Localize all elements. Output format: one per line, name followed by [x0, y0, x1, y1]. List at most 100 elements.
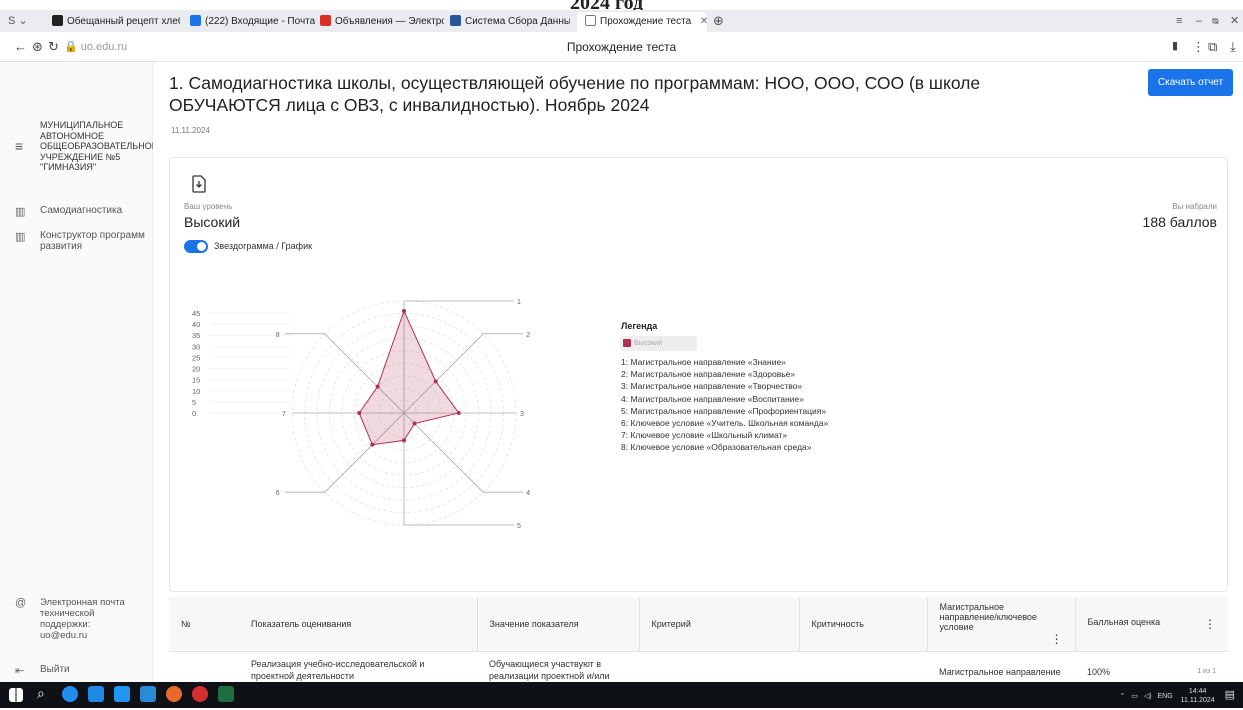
tick-label: 25 — [192, 353, 200, 362]
page-caption: 2024 год — [0, 0, 1243, 10]
page-favicon-icon — [585, 15, 596, 26]
document-download-icon[interactable] — [192, 175, 206, 193]
level-value: Высокий — [184, 214, 241, 230]
tick-label: 45 — [192, 309, 200, 318]
browser-menu-icon[interactable]: S ⌄ — [8, 10, 28, 32]
column-menu-icon[interactable]: ⋮ — [1051, 632, 1063, 646]
results-table: № Показатель оценивания Значение показат… — [169, 597, 1228, 688]
tasks-icon[interactable] — [114, 686, 130, 702]
legend-item: 5: Магистральное направление «Профориент… — [621, 405, 827, 416]
legend-item: 4: Магистральное направление «Воспитание… — [621, 393, 804, 404]
chart-mode-label: Звездограмма / График — [214, 241, 313, 251]
col-direction[interactable]: Магистральное направление/ключевое услов… — [926, 597, 1075, 652]
axis-label: 7 — [282, 411, 286, 418]
legend-list: 1: Магистральное направление «Знание» 2:… — [621, 356, 828, 454]
windows-start-icon[interactable] — [9, 688, 23, 702]
tab-recipe[interactable]: Обещанный рецепт хлеб — [52, 12, 180, 32]
test-title: 1. Самодиагностика школы, осуществляющей… — [169, 73, 981, 115]
tab-ads[interactable]: Объявления — Электрон — [320, 12, 444, 32]
data-point — [456, 411, 461, 415]
tick-label: 40 — [192, 320, 200, 329]
tick-label: 30 — [192, 342, 200, 351]
clock[interactable]: 14:44 11.11.2024 — [1181, 687, 1215, 705]
col-score[interactable]: Балльная оценка ⋮ — [1074, 597, 1228, 652]
axis-label: 8 — [276, 332, 280, 339]
score-label: Вы набрали — [1172, 202, 1217, 211]
test-date: 11.11.2024 — [171, 126, 210, 135]
tray-arrow-icon[interactable]: ⌃ — [1119, 693, 1125, 700]
browser-app-icon[interactable] — [166, 686, 182, 702]
ads-favicon-icon — [320, 15, 331, 26]
close-tab-icon[interactable]: ✕ — [700, 16, 707, 27]
at-sign-icon: @ — [15, 597, 27, 609]
data-point — [357, 411, 362, 415]
axis-label: 2 — [526, 332, 530, 339]
legend-item: 6: Ключевое условие «Учитель. Школьная к… — [621, 418, 829, 429]
tab-data-system[interactable]: Система Сбора Данных — [450, 12, 570, 32]
more-icon[interactable]: ⋮ — [1192, 39, 1205, 55]
tab-test-active[interactable]: Прохождение теста ✕ — [577, 12, 707, 32]
window-menu-icon[interactable]: ≡ — [1176, 10, 1182, 32]
legend-item: 1: Магистральное направление «Знание» — [621, 357, 786, 367]
download-icon[interactable]: ⤓ — [1230, 39, 1236, 55]
legend-series-chip[interactable]: Высокий — [620, 336, 697, 351]
tick-label: 10 — [192, 387, 200, 396]
legend-item: 2: Магистральное направление «Здоровье» — [621, 369, 796, 380]
restore-icon[interactable]: ᴓ — [1212, 10, 1219, 32]
close-window-icon[interactable]: ✕ — [1230, 10, 1239, 32]
yandex-icon[interactable] — [192, 686, 208, 702]
data-favicon-icon — [450, 15, 461, 26]
data-point — [402, 308, 406, 313]
notifications-icon[interactable]: ▤ — [1225, 689, 1235, 701]
app-store-icon[interactable] — [88, 686, 104, 702]
column-menu-icon[interactable]: ⋮ — [1204, 617, 1216, 631]
col-criticality: Критичность — [798, 597, 927, 652]
minimize-icon[interactable]: – — [1196, 10, 1202, 32]
organization-name: МУНИЦИПАЛЬНОЕ АВТОНОМНОЕ ОБЩЕОБРАЗОВАТЕЛ… — [40, 120, 158, 172]
excel-icon[interactable] — [218, 686, 234, 702]
main-content: 1. Самодиагностика школы, осуществляющей… — [153, 62, 1243, 682]
download-report-button[interactable]: Скачать отчет — [1148, 69, 1233, 96]
mail-app-icon[interactable] — [140, 686, 156, 702]
col-number: № — [169, 597, 239, 652]
network-icon[interactable]: ▭ — [1131, 693, 1138, 700]
tick-label: 0 — [192, 409, 196, 418]
col-indicator: Показатель оценивания — [239, 597, 477, 652]
volume-icon[interactable]: ◁) — [1144, 693, 1152, 700]
axis-label: 6 — [276, 490, 280, 497]
axis-label: 4 — [526, 490, 530, 497]
new-tab-icon[interactable]: ⊕ — [713, 10, 724, 32]
results-card: Ваш уровень Высокий Вы набрали 188 балло… — [169, 157, 1228, 592]
hamburger-icon[interactable]: ≡ — [15, 138, 23, 154]
axis-label: 5 — [517, 523, 521, 530]
address-bar: ← ⊛ ↻ 🔒 uo.edu.ru Прохождение теста ▮ ⋮ … — [0, 32, 1243, 62]
col-criterion: Критерий — [638, 597, 799, 652]
legend-title: Легенда — [621, 321, 658, 331]
tick-label: 20 — [192, 365, 200, 374]
data-point — [433, 379, 438, 384]
bookmark-icon[interactable]: ▮ — [1172, 39, 1178, 52]
axis-label: 3 — [520, 411, 524, 418]
language-indicator[interactable]: ENG — [1158, 693, 1173, 700]
book-icon: ▥ — [15, 206, 26, 218]
os-taskbar: ⌕ ⌃ ▭ ◁) ENG 14:44 11.11.2024 ▤ — [0, 682, 1243, 708]
level-label: Ваш уровень — [184, 202, 233, 211]
data-point — [375, 384, 380, 389]
legend-item: 7: Ключевое условие «Школьный климат» — [621, 430, 788, 441]
logout-icon: ⇤ — [15, 665, 25, 677]
tabs-icon[interactable]: ⧉ — [1208, 39, 1217, 55]
search-icon[interactable]: ⌕ — [37, 685, 45, 702]
tab-mail[interactable]: (222) Входящие - Почта — [190, 12, 315, 32]
chart-mode-toggle[interactable] — [184, 240, 208, 253]
edge-icon[interactable] — [62, 686, 78, 702]
score-value: 188 баллов — [1142, 214, 1217, 230]
paging-indicator: 1 из 1 — [1197, 667, 1216, 675]
data-point — [370, 442, 375, 447]
tab-favicon-icon — [52, 15, 63, 26]
axis-label: 1 — [517, 299, 521, 306]
radar-chart: 05101520253035404512345678 — [192, 299, 530, 530]
system-tray: ⌃ ▭ ◁) ENG 14:44 11.11.2024 ▤ — [1119, 682, 1235, 710]
mail-favicon-icon — [190, 15, 201, 26]
book-icon: ▥ — [15, 231, 26, 243]
data-point — [402, 438, 406, 443]
